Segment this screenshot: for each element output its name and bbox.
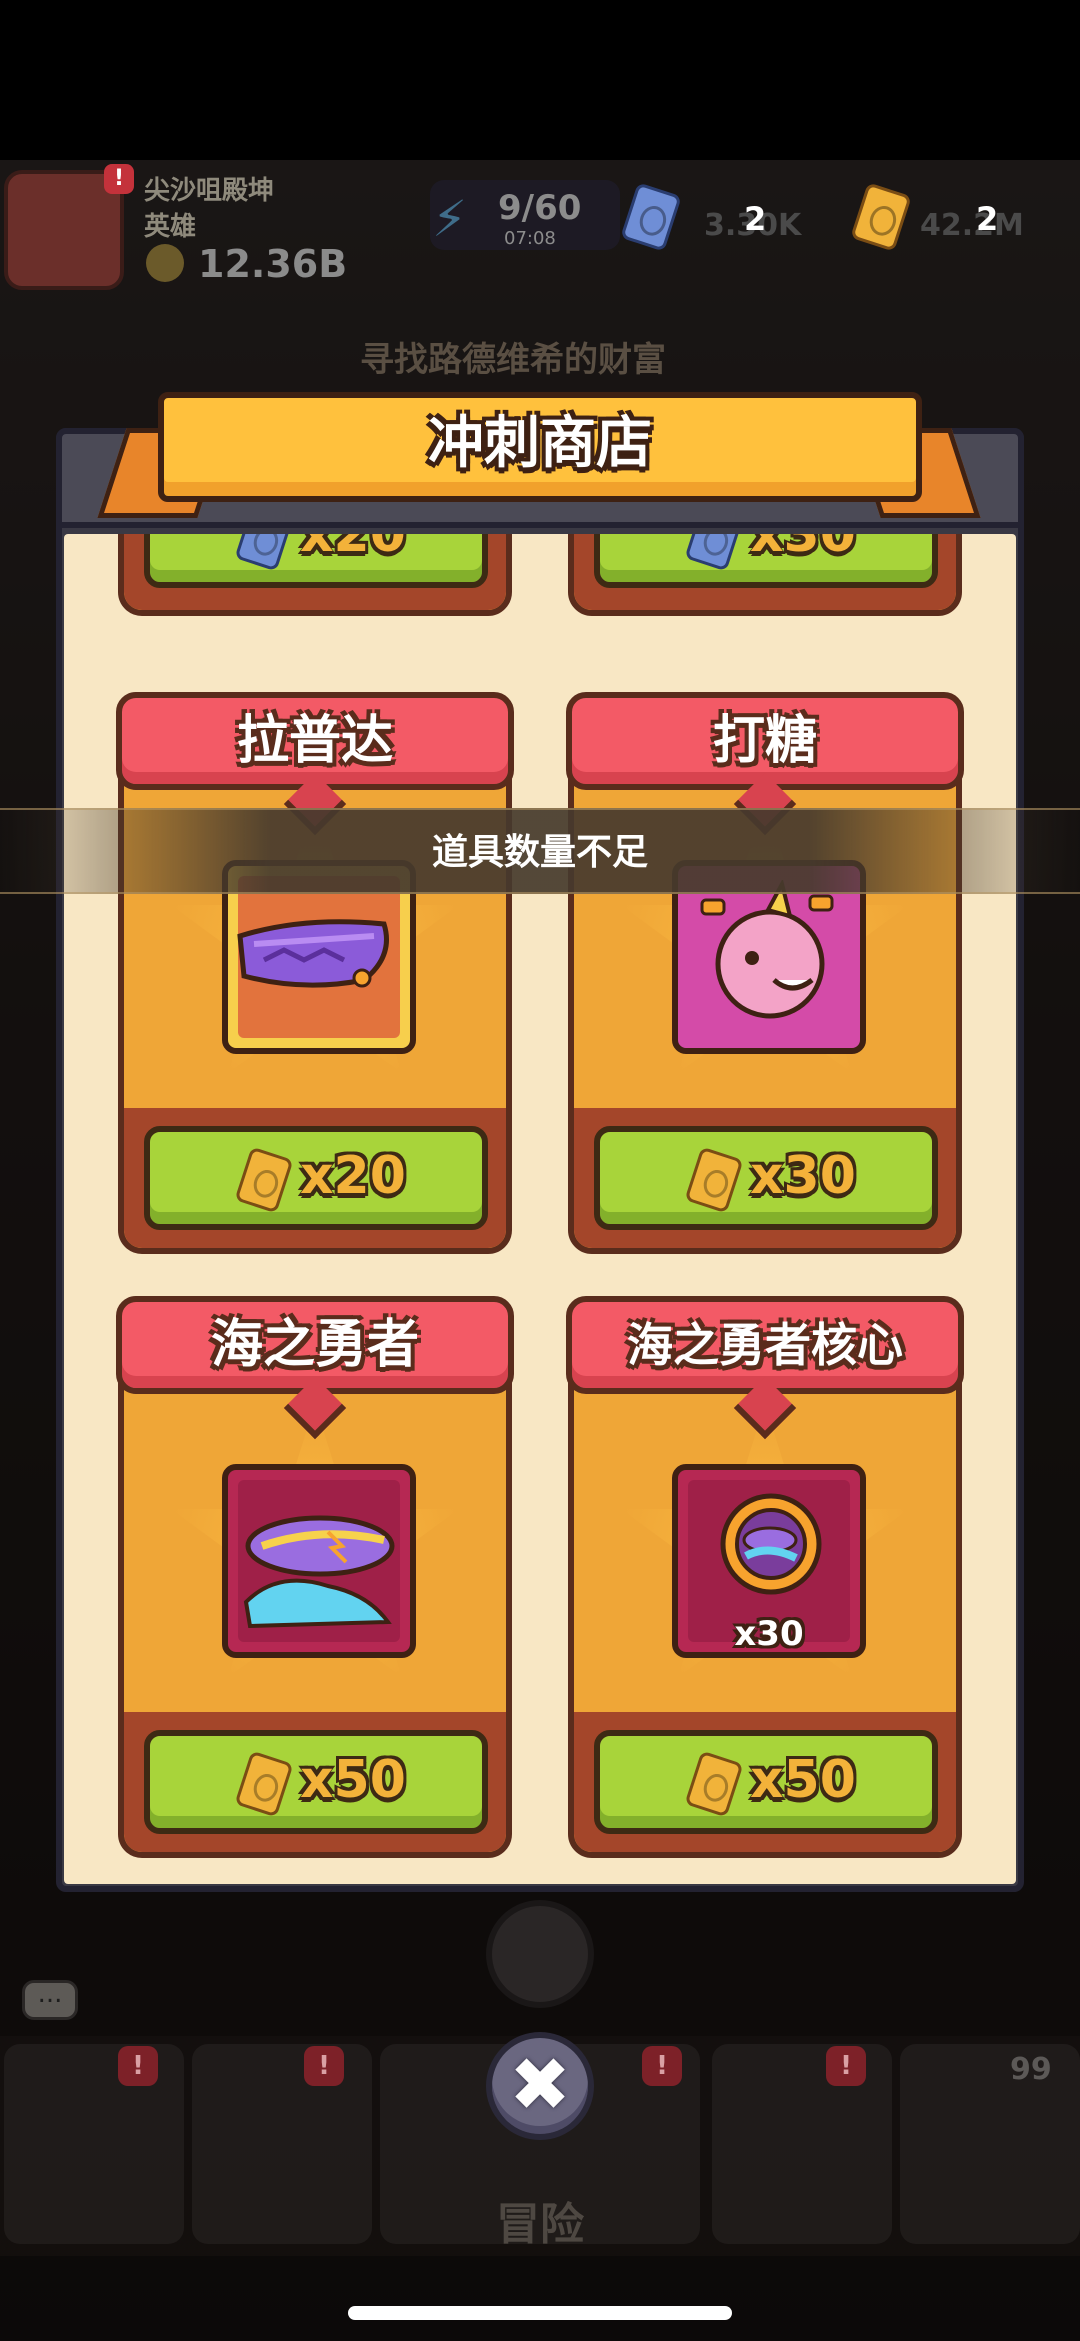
gold-ticket-count: 2 [976, 200, 999, 238]
price-label: x30 [750, 534, 856, 564]
power-icon [146, 244, 184, 282]
card-header: 海之勇者 [116, 1296, 514, 1440]
quantity-label: x30 [734, 1614, 804, 1654]
gold-ticket-icon [850, 182, 912, 252]
core-orb-icon [720, 1493, 822, 1595]
chat-dots: ... [37, 1979, 63, 2009]
insufficient-items-toast: 道具数量不足 [0, 808, 1080, 894]
price-label: x50 [750, 1750, 856, 1810]
top-hud: ! 尖沙咀殿坤 英雄 12.36B ⚡ 9/60 07:08 3.30K 2 4… [0, 160, 1080, 300]
shop-card-sea-hero[interactable]: 海之勇者 x50 [116, 1296, 514, 1858]
shop-card-partial-2: x30 [568, 534, 962, 616]
price-label: x50 [300, 1750, 406, 1810]
price-label: x30 [750, 1146, 856, 1206]
toast-text: 道具数量不足 [431, 832, 648, 873]
gold-ticket-icon [234, 1750, 294, 1818]
shop-card-candy[interactable]: 打糖 x30 [566, 692, 964, 1254]
buy-button[interactable]: x30 [594, 1126, 938, 1230]
price-label: x20 [300, 1146, 406, 1206]
card-title: 打糖 [712, 711, 817, 771]
surfboard-icon [243, 1515, 395, 1629]
close-button[interactable]: ✖ [486, 2032, 594, 2140]
gold-ticket-icon [684, 1146, 744, 1214]
gold-ticket-icon [234, 1146, 294, 1214]
gold-ticket-icon [684, 1750, 744, 1818]
item-frame: x30 [672, 1464, 866, 1658]
nav-adventure-label: 冒险 [496, 2199, 584, 2250]
shop-card-sea-hero-core[interactable]: 海之勇者核心 x30 x50 [566, 1296, 964, 1858]
nav-adventure-badge: ! [642, 2046, 682, 2086]
close-icon: ✖ [508, 2042, 571, 2128]
nav-upgrade-badge: ! [826, 2046, 866, 2086]
flying-boat-icon [237, 919, 389, 988]
buy-button[interactable]: x20 [144, 534, 488, 588]
nav-treasure[interactable] [900, 2044, 1080, 2244]
home-indicator[interactable] [348, 2306, 732, 2320]
lightning-icon: ⚡ [432, 190, 468, 248]
buy-button[interactable]: x50 [594, 1730, 938, 1834]
power-value: 12.36B [198, 242, 348, 286]
chat-icon[interactable]: ... [22, 1979, 78, 2020]
price-label: x20 [300, 534, 406, 564]
player-name: 尖沙咀殿坤 [144, 176, 275, 206]
buy-button[interactable]: x50 [144, 1730, 488, 1834]
buy-button[interactable]: x20 [144, 1126, 488, 1230]
card-title: 拉普达 [236, 711, 393, 771]
nav-treasure-count: 99 [1010, 2052, 1052, 2087]
event-banner: 寻找路德维希的财富 [360, 340, 666, 380]
gold-ticket-bg-value: 42.2M [920, 208, 1024, 243]
card-header: 打糖 [566, 692, 964, 836]
blue-ticket-icon [234, 534, 294, 572]
shop-content: x20 x30 拉普达 x20 打糖 x30 海之勇者 x50 海之勇者核心 x… [64, 534, 1016, 1884]
shop-card-laputa[interactable]: 拉普达 x20 [116, 692, 514, 1254]
nav-shop-badge: ! [118, 2046, 158, 2086]
buy-button[interactable]: x30 [594, 534, 938, 588]
gold-ticket-counter[interactable]: 42.2M 2 [850, 182, 1070, 252]
nav-hero[interactable] [192, 2044, 372, 2244]
shop-title: 冲刺商店 [428, 411, 652, 476]
player-title: 英雄 [144, 212, 197, 242]
card-title: 海之勇者 [210, 1315, 419, 1375]
card-title: 海之勇者核心 [627, 1318, 903, 1372]
blue-ticket-count: 2 [744, 200, 767, 238]
nav-hero-badge: ! [304, 2046, 344, 2086]
energy-timer: 07:08 [504, 228, 556, 249]
pinata-unicorn-icon [700, 880, 834, 1019]
background-close-button [486, 1900, 594, 2008]
energy-value: 9/60 [498, 188, 582, 228]
item-frame [222, 1464, 416, 1658]
blue-ticket-counter[interactable]: 3.30K 2 [620, 182, 820, 252]
blue-ticket-icon [620, 182, 682, 252]
shop-card-partial-1: x20 [118, 534, 512, 616]
blue-ticket-icon [684, 534, 744, 572]
card-header: 拉普达 [116, 692, 514, 836]
card-header: 海之勇者核心 [566, 1296, 964, 1440]
avatar-alert-badge: ! [104, 164, 134, 194]
